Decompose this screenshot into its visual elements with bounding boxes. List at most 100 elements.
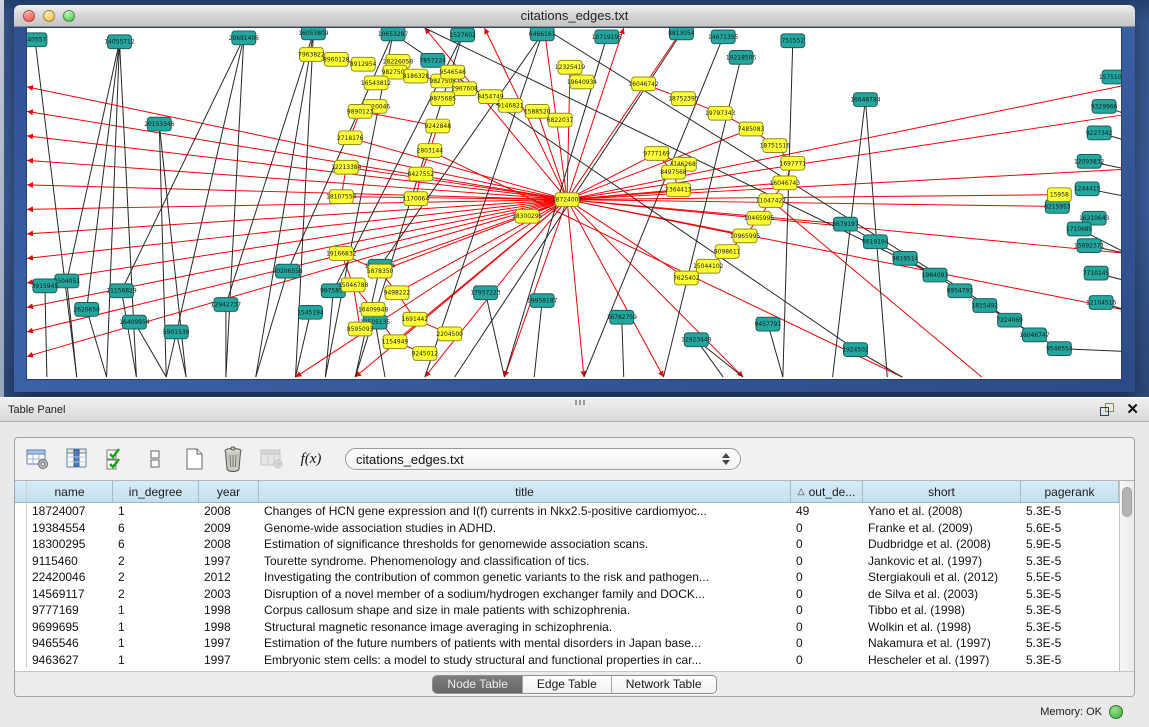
graph-node[interactable]: 8954793 (947, 284, 974, 298)
citation-edge-black[interactable] (325, 291, 333, 377)
graph-node[interactable]: 8427552 (408, 167, 435, 181)
graph-node[interactable]: 9890123 (347, 104, 374, 118)
table-cell[interactable]: 14569117 (27, 586, 113, 603)
table-cell[interactable]: 22420046 (27, 569, 113, 586)
table-cell[interactable]: 9465546 (27, 635, 113, 652)
tab-edge-table[interactable]: Edge Table (523, 676, 612, 693)
graph-node[interactable]: 7625402 (673, 271, 700, 285)
table-cell[interactable]: 5.6E-5 (1021, 520, 1119, 537)
citation-edge-red[interactable] (567, 85, 1121, 200)
table-cell[interactable]: Franke et al. (2009) (863, 520, 1021, 537)
table-row[interactable]: 946554611997Estimation of the future num… (15, 635, 1119, 652)
table-cell[interactable]: Investigating the contribution of common… (259, 569, 791, 586)
graph-node[interactable]: 6822037 (547, 113, 574, 127)
graph-node[interactable]: 8186328 (403, 69, 430, 83)
table-cell[interactable]: 5.3E-5 (1021, 635, 1119, 652)
tab-node-table[interactable]: Node Table (433, 676, 523, 693)
table-cell[interactable]: Nakamura et al. (1997) (863, 635, 1021, 652)
graph-node[interactable]: 5901530 (163, 325, 190, 339)
table-row[interactable]: 1872400712008Changes of HCN gene express… (15, 503, 1119, 520)
table-cell[interactable]: 5.3E-5 (1021, 586, 1119, 603)
table-cell[interactable]: 0 (791, 586, 863, 603)
table-cell[interactable]: Structural magnetic resonance image aver… (259, 619, 791, 636)
graph-node[interactable]: 19958187 (527, 294, 558, 308)
graph-node[interactable]: 7485083 (738, 122, 765, 136)
graph-node[interactable]: 11156829 (106, 284, 137, 298)
table-cell[interactable]: Jankovic et al. (1997) (863, 553, 1021, 570)
table-cell[interactable]: 9115460 (27, 553, 113, 570)
graph-node[interactable]: 18107554 (326, 190, 357, 204)
table-cell[interactable]: 18300295 (27, 536, 113, 553)
graph-node[interactable]: 751552 (781, 34, 805, 48)
table-cell[interactable]: 5.5E-5 (1021, 569, 1119, 586)
graph-node[interactable]: 6619194 (862, 235, 889, 249)
graph-node[interactable]: 8595093 (347, 322, 374, 336)
graph-node[interactable]: 9245012 (412, 347, 439, 361)
table-cell[interactable]: 0 (791, 536, 863, 553)
table-cell[interactable]: de Silva et al. (2003) (863, 586, 1021, 603)
citation-edge-black[interactable] (226, 38, 244, 377)
table-cell[interactable]: 1997 (199, 635, 259, 652)
rows-icon[interactable] (142, 446, 168, 472)
table-cell[interactable]: 2 (113, 569, 199, 586)
graph-node[interactable]: 17957223 (470, 286, 501, 300)
table-cell[interactable]: Estimation of significance thresholds fo… (259, 536, 791, 553)
table-cell[interactable]: 5.3E-5 (1021, 503, 1119, 520)
citation-edge-black[interactable] (87, 309, 107, 377)
table-cell[interactable]: Dudbridge et al. (2008) (863, 536, 1021, 553)
citation-edge-black[interactable] (425, 28, 935, 275)
citation-network-graph[interactable]: 1405571405571220691406160538091065328715… (27, 28, 1121, 379)
graph-node[interactable]: 11047427 (756, 194, 787, 208)
citation-edge-black[interactable] (256, 271, 288, 377)
table-cell[interactable]: 1998 (199, 619, 259, 636)
graph-node[interactable]: 1710685 (1066, 222, 1093, 236)
table-cell[interactable]: 2 (113, 586, 199, 603)
table-cell[interactable]: 1 (113, 635, 199, 652)
citation-edge-black[interactable] (134, 322, 166, 377)
table-cell[interactable]: 2008 (199, 503, 259, 520)
graph-node[interactable]: 20691406 (229, 31, 260, 45)
graph-node[interactable]: 9329966 (1091, 100, 1118, 114)
column-visibility-icon[interactable] (64, 446, 90, 472)
graph-node[interactable]: 20153346 (144, 117, 175, 131)
citation-edge-black[interactable] (534, 301, 542, 377)
graph-node[interactable]: 2718176 (337, 131, 364, 145)
graph-node[interactable]: 15044102 (693, 259, 724, 273)
graph-node[interactable]: 20206556 (272, 264, 303, 278)
table-panel-header[interactable]: Table Panel ✕ (0, 397, 1149, 422)
citation-edge-black[interactable] (45, 286, 47, 377)
float-panel-icon[interactable] (1100, 403, 1114, 416)
graph-node[interactable]: 14055712 (104, 35, 135, 49)
graph-node[interactable]: 1588520 (524, 104, 551, 118)
column-header-title[interactable]: title (259, 481, 791, 502)
table-cell[interactable]: 5.3E-5 (1021, 619, 1119, 636)
table-cell[interactable]: 1 (113, 503, 199, 520)
table-cell[interactable]: 18724007 (27, 503, 113, 520)
table-cell[interactable]: Stergiakouli et al. (2012) (863, 569, 1021, 586)
citation-edge-black[interactable] (622, 317, 624, 377)
graph-node[interactable]: 10965995 (730, 229, 761, 243)
graph-node[interactable]: 1964093 (922, 268, 949, 282)
citation-edge-red[interactable] (27, 160, 567, 199)
graph-node[interactable]: 16046747 (1019, 328, 1050, 342)
graph-node[interactable]: 9498222 (384, 286, 411, 300)
graph-node[interactable]: 9546554 (1046, 342, 1073, 356)
column-header-pagerank[interactable]: pagerank (1021, 481, 1119, 502)
graph-node[interactable]: 9146821 (497, 99, 524, 113)
citation-edge-black[interactable] (783, 41, 793, 377)
graph-node[interactable]: 12923448 (681, 333, 712, 347)
graph-node[interactable]: 2204500 (436, 327, 463, 341)
table-source-select[interactable]: citations_edges.txt (345, 448, 741, 470)
graph-node[interactable]: 12093832 (1074, 154, 1105, 168)
table-cell[interactable]: Disruption of a novel member of a sodium… (259, 586, 791, 603)
graph-node[interactable]: 8960128 (323, 53, 350, 67)
graph-node[interactable]: 1697771 (780, 156, 807, 170)
table-row[interactable]: 946362711997Embryonic stem cells: a mode… (15, 652, 1119, 669)
table-cell[interactable]: 2008 (199, 536, 259, 553)
graph-node[interactable]: 1527602 (449, 28, 476, 42)
citation-edge-red[interactable] (350, 138, 567, 200)
graph-node[interactable]: 7224069 (996, 313, 1023, 327)
table-cell[interactable]: Genome-wide association studies in ADHD. (259, 520, 791, 537)
graph-node[interactable]: 16046742 (628, 77, 659, 91)
graph-node[interactable]: 8497568 (660, 165, 687, 179)
